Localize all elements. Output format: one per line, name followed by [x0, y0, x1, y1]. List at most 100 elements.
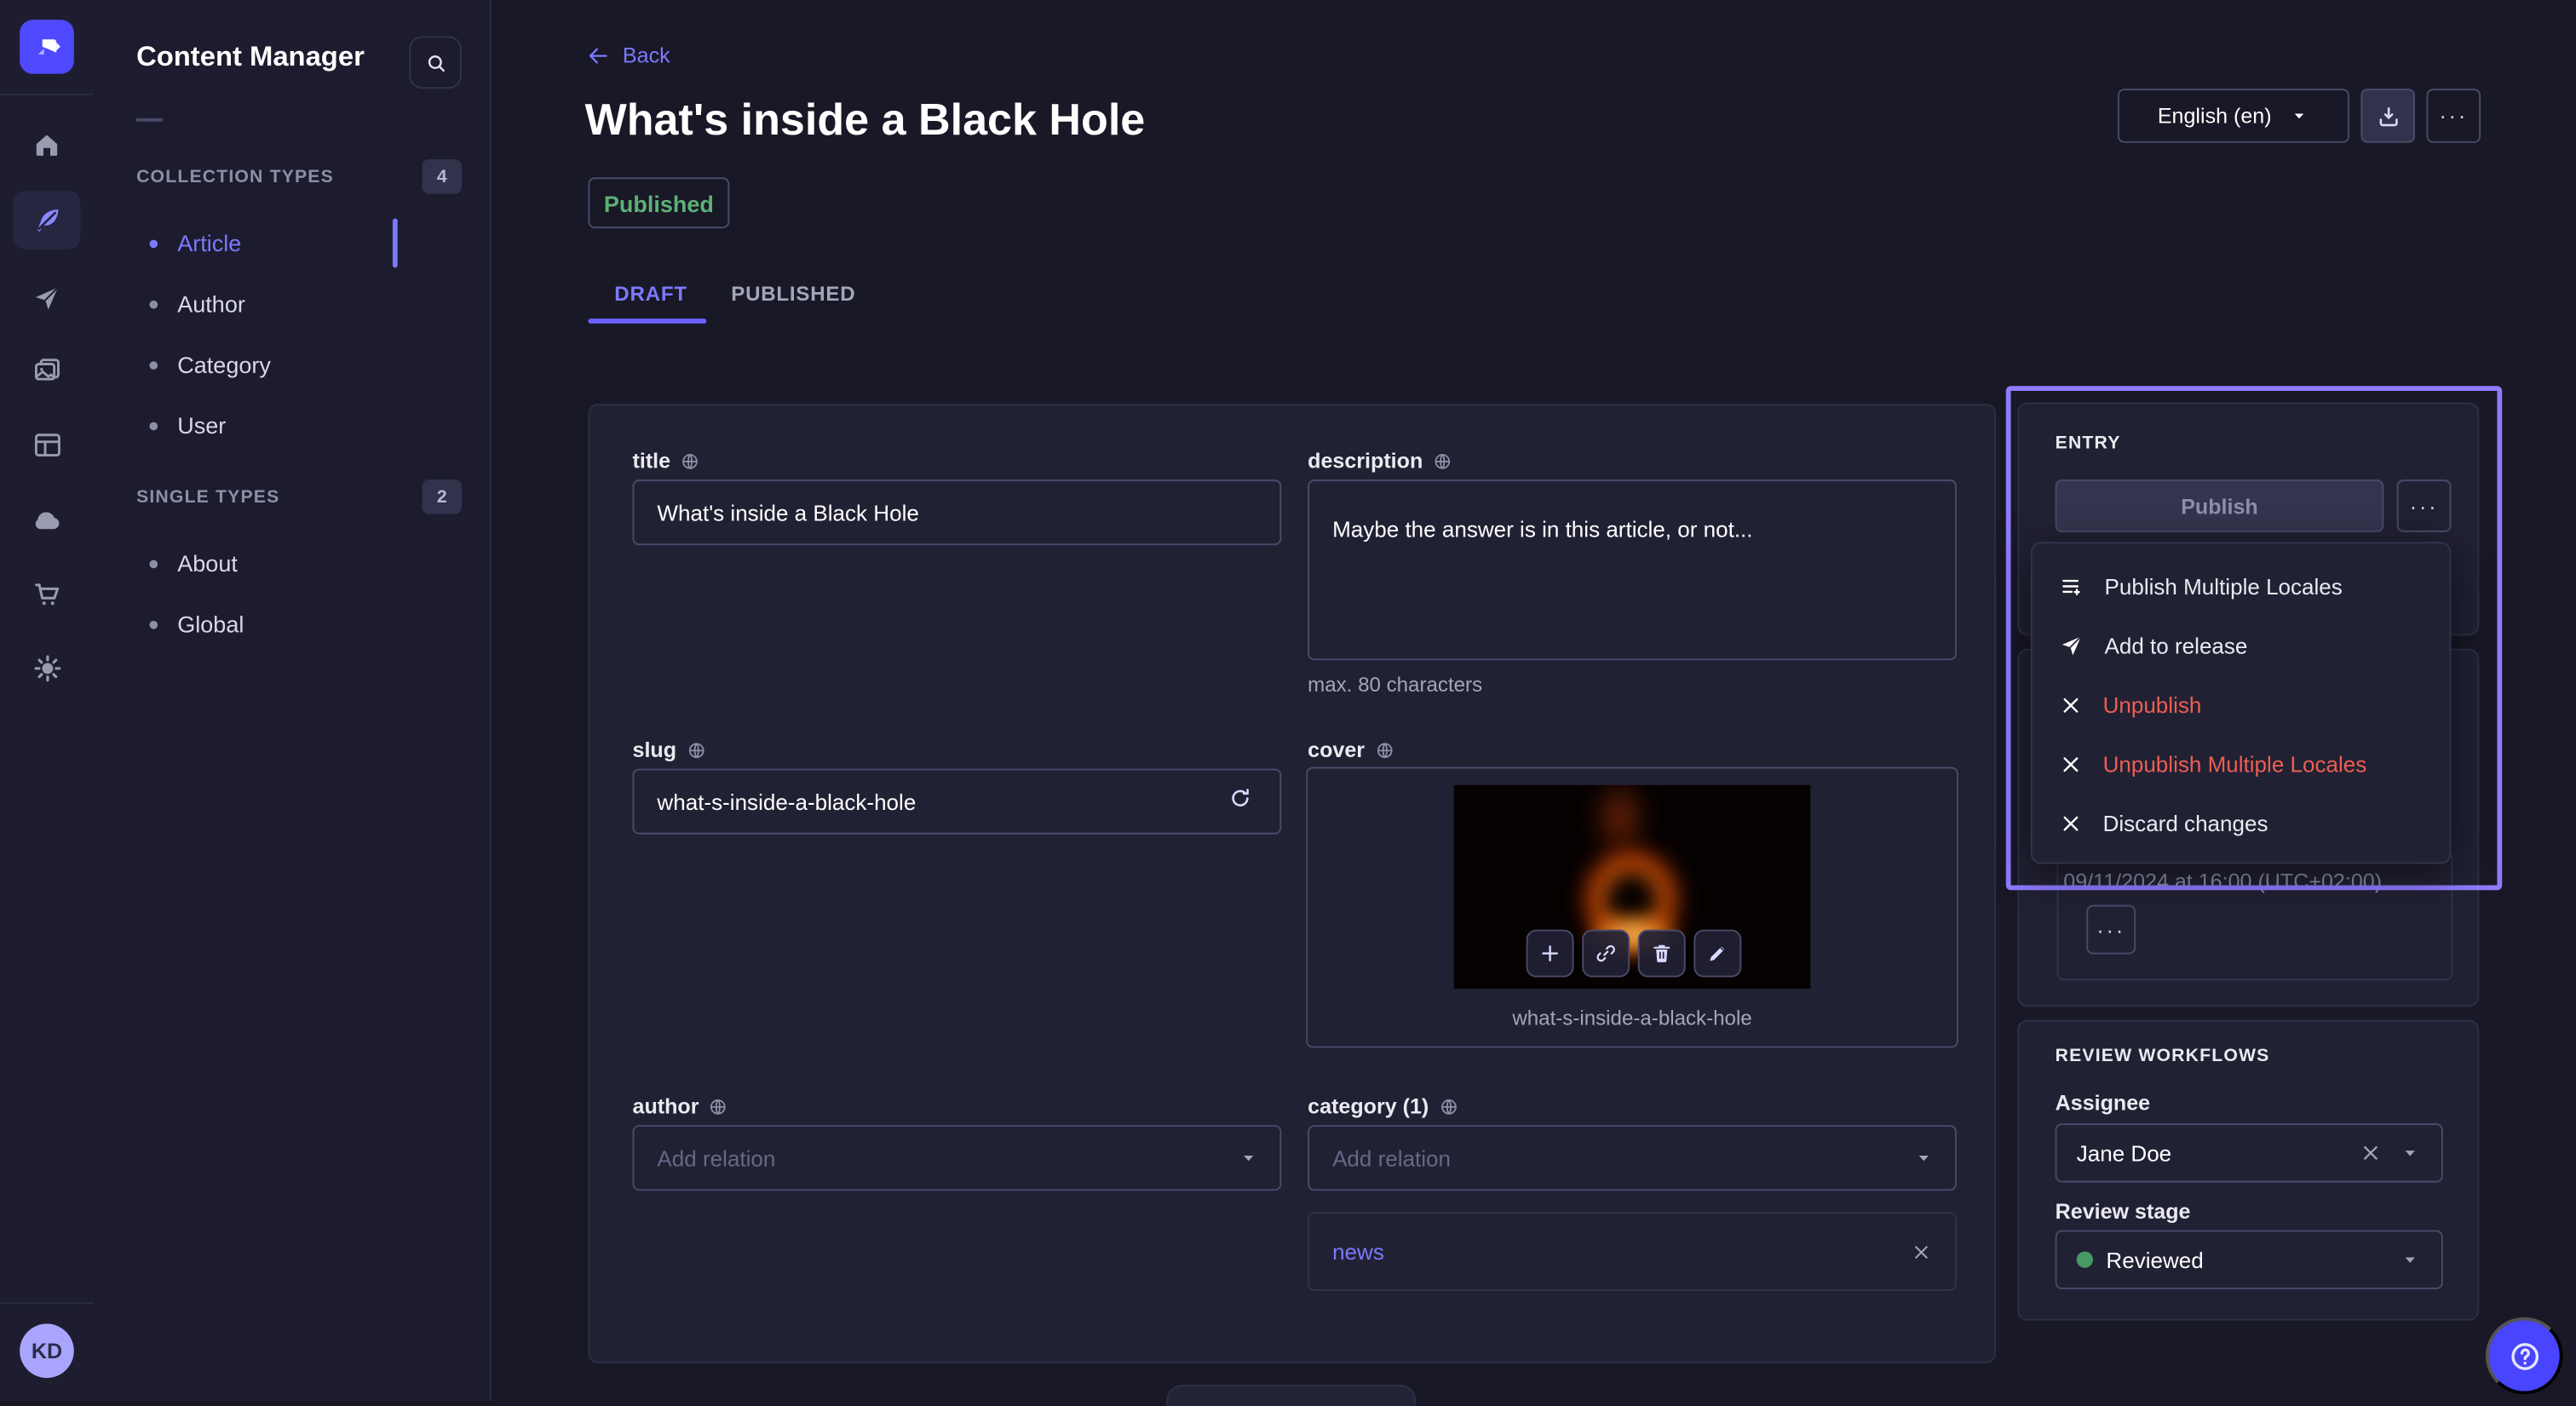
- field-label-slug: slug: [632, 737, 705, 762]
- review-workflows-title: REVIEW WORKFLOWS: [2056, 1046, 2270, 1065]
- release-more-button[interactable]: ···: [2086, 905, 2136, 955]
- download-button[interactable]: [2360, 89, 2415, 143]
- sidebar-item-content-manager[interactable]: [13, 191, 80, 250]
- assignee-value: Jane Doe: [2077, 1140, 2171, 1165]
- label-text: category (1): [1308, 1093, 1429, 1118]
- tab-draft[interactable]: DRAFT: [614, 283, 687, 306]
- chevron-down-icon: [1912, 1146, 1935, 1169]
- sidebar-item-global[interactable]: Global: [149, 601, 445, 647]
- label-text: slug: [632, 737, 676, 762]
- chevron-down-icon: [2399, 1141, 2422, 1164]
- layout-icon: [31, 428, 64, 462]
- edit-asset-button[interactable]: [1693, 930, 1741, 978]
- send-icon: [32, 282, 63, 313]
- globe-icon: [687, 740, 706, 760]
- field-label-title: title: [632, 448, 699, 473]
- sidebar-item-user[interactable]: User: [149, 402, 445, 448]
- nav-item-label: Global: [177, 611, 244, 637]
- menu-item-label: Discard changes: [2103, 811, 2268, 835]
- copy-link-button[interactable]: [1582, 930, 1630, 978]
- sidebar-item-about[interactable]: About: [149, 540, 445, 586]
- menu-item-publish-multiple-locales[interactable]: Publish Multiple Locales: [2033, 557, 2450, 616]
- remove-relation-button[interactable]: [1911, 1239, 1932, 1264]
- label-text: author: [632, 1093, 699, 1118]
- globe-icon: [1433, 450, 1452, 470]
- menu-item-label: Unpublish Multiple Locales: [2103, 751, 2367, 776]
- plus-icon: [1538, 941, 1562, 966]
- clear-icon[interactable]: [2359, 1141, 2382, 1164]
- sidebar-item-marketplace[interactable]: [13, 565, 80, 623]
- close-icon: [2058, 811, 2083, 835]
- refresh-icon: [1228, 786, 1254, 812]
- globe-icon: [681, 450, 700, 470]
- regenerate-slug-button[interactable]: [1228, 785, 1254, 812]
- home-icon: [32, 129, 63, 160]
- nav-item-label: Article: [177, 230, 241, 256]
- entry-actions-menu: Publish Multiple Locales Add to release …: [2031, 542, 2452, 864]
- title-input[interactable]: [632, 479, 1281, 545]
- menu-item-discard-changes[interactable]: Discard changes: [2033, 793, 2450, 852]
- review-stage-select[interactable]: Reviewed: [2056, 1230, 2443, 1288]
- user-avatar[interactable]: KD: [20, 1323, 74, 1378]
- description-hint: max. 80 characters: [1308, 674, 1482, 697]
- chevron-down-icon: [2399, 1248, 2422, 1271]
- bullet-icon: [149, 422, 158, 430]
- sidebar-item-cloud[interactable]: [13, 490, 80, 548]
- description-textarea[interactable]: Maybe the answer is in this article, or …: [1308, 479, 1957, 660]
- chevron-down-icon: [2288, 105, 2309, 126]
- add-asset-button[interactable]: [1527, 930, 1574, 978]
- publish-button[interactable]: Publish: [2056, 479, 2384, 532]
- strapi-logo[interactable]: [20, 20, 74, 74]
- sidebar-item-author[interactable]: Author: [149, 281, 445, 327]
- menu-item-label: Add to release: [2104, 633, 2247, 657]
- cover-filename: what-s-inside-a-black-hole: [1308, 1007, 1957, 1030]
- stage-value: Reviewed: [2106, 1248, 2203, 1272]
- tab-published[interactable]: PUBLISHED: [731, 283, 855, 306]
- cover-actions: [1527, 930, 1742, 978]
- back-label: Back: [623, 43, 670, 67]
- slug-input[interactable]: [632, 769, 1281, 835]
- arrow-left-icon: [586, 43, 609, 66]
- delete-asset-button[interactable]: [1638, 930, 1686, 978]
- help-button[interactable]: [2486, 1317, 2563, 1395]
- sidebar-item-media-library[interactable]: [13, 341, 80, 400]
- bullet-icon: [149, 560, 158, 568]
- back-link[interactable]: Back: [586, 43, 670, 67]
- main-sidebar: KD: [0, 0, 95, 1401]
- menu-item-unpublish[interactable]: Unpublish: [2033, 675, 2450, 734]
- sidebar-item-content-type-builder[interactable]: [13, 416, 80, 474]
- sidebar-item-category[interactable]: Category: [149, 341, 445, 387]
- globe-icon: [1439, 1096, 1458, 1116]
- relation-link[interactable]: news: [1332, 1239, 1384, 1264]
- locale-select[interactable]: English (en): [2118, 89, 2349, 143]
- section-label-single-types: SINGLE TYPES: [136, 488, 279, 508]
- gear-icon: [31, 652, 64, 686]
- author-relation-select[interactable]: Add relation: [632, 1125, 1281, 1191]
- header-more-button[interactable]: ···: [2426, 89, 2481, 143]
- sidebar-item-releases[interactable]: [13, 267, 80, 326]
- search-icon: [423, 50, 448, 75]
- category-relation-select[interactable]: Add relation: [1308, 1125, 1957, 1191]
- stage-status-dot: [2077, 1252, 2093, 1268]
- menu-item-label: Publish Multiple Locales: [2104, 574, 2342, 599]
- close-icon: [2058, 692, 2083, 717]
- tab-active-underline: [588, 319, 706, 324]
- ellipsis-icon: ···: [2096, 919, 2125, 940]
- sidebar-item-settings[interactable]: [13, 639, 80, 697]
- select-placeholder: Add relation: [657, 1145, 775, 1170]
- download-icon: [2375, 103, 2401, 129]
- menu-item-add-to-release[interactable]: Add to release: [2033, 616, 2450, 674]
- status-badge: Published: [588, 177, 729, 228]
- ellipsis-icon: ···: [2439, 105, 2468, 126]
- menu-item-unpublish-multiple-locales[interactable]: Unpublish Multiple Locales: [2033, 734, 2450, 793]
- nav-item-label: Category: [177, 352, 271, 378]
- cloud-icon: [30, 502, 64, 536]
- media-icon: [31, 355, 64, 388]
- sidebar-item-article[interactable]: Article: [149, 220, 445, 266]
- assignee-select[interactable]: Jane Doe: [2056, 1123, 2443, 1182]
- close-icon: [1911, 1242, 1932, 1264]
- search-button[interactable]: [409, 36, 462, 89]
- sidebar-item-home[interactable]: [13, 115, 80, 174]
- link-icon: [1594, 941, 1619, 966]
- entry-more-button[interactable]: ···: [2397, 479, 2452, 532]
